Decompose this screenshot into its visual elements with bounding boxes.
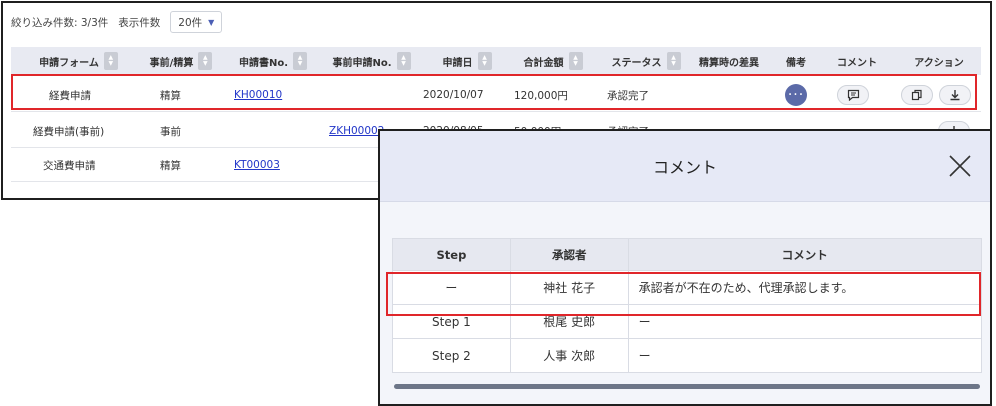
col-approver: 承認者 [509, 238, 629, 271]
row-type: 事前 [160, 125, 181, 138]
sort-icon[interactable]: ▲ ▼ [396, 52, 411, 70]
row-form: 交通費申請 [43, 159, 96, 172]
modal-title: コメント [652, 158, 717, 177]
sort-icon[interactable]: ▲ ▼ [666, 52, 681, 70]
horizontal-scrollbar[interactable] [394, 384, 980, 389]
col-date: 申請日 ▲ ▼ [437, 47, 497, 75]
step-cell: Step 2 [392, 338, 511, 373]
modal-header: コメント [380, 131, 990, 202]
sort-icon[interactable]: ▲ ▼ [198, 52, 213, 70]
col-pre-no: 事前申請No. ▲ ▼ [329, 47, 414, 75]
comment-table-header: Step 承認者 コメント [392, 238, 983, 271]
highlight-box [386, 272, 981, 316]
col-action: アクション [914, 57, 964, 69]
row-pre-no-cell: ZKH00002 [329, 115, 384, 147]
col-comment: コメント [627, 238, 983, 271]
sort-icon[interactable]: ▲ ▼ [103, 52, 118, 70]
col-step: Step [392, 238, 511, 271]
sort-icon[interactable]: ▲ ▼ [293, 52, 308, 70]
filter-count: 絞り込み件数: 3/3件 [11, 16, 109, 29]
per-page-label: 表示件数 [118, 16, 161, 29]
col-no: 申請書No. ▲ ▼ [233, 47, 313, 75]
sort-icon[interactable]: ▲ ▼ [477, 52, 492, 70]
col-amount: 合計金額 ▲ ▼ [517, 47, 589, 75]
col-type: 事前/精算 ▲ ▼ [146, 47, 216, 75]
approver-cell: 人事 次郎 [509, 338, 629, 373]
row-no-cell: KT00003 [234, 149, 280, 181]
col-note: 備考 [786, 57, 806, 69]
filter-bar: 絞り込み件数: 3/3件 表示件数 20件 ▼ [11, 11, 223, 33]
application-link[interactable]: KT00003 [234, 159, 280, 171]
table-row: Step 2 人事 次郎 ー [392, 338, 983, 373]
col-form: 申請フォーム ▲ ▼ [31, 47, 126, 75]
chevron-down-icon: ▼ [208, 17, 215, 27]
per-page-value: 20件 [178, 16, 203, 29]
per-page-select[interactable]: 20件 ▼ [170, 11, 223, 33]
sort-icon[interactable]: ▲ ▼ [568, 52, 583, 70]
close-icon[interactable] [948, 154, 972, 178]
col-diff: 精算時の差異 [699, 57, 759, 69]
row-form: 経費申請(事前) [33, 125, 105, 138]
table-header: 申請フォーム ▲ ▼ 事前/精算 ▲ ▼ 申請書No. ▲ ▼ 事前申請No. ▲ ▼ 申請日 ▲… [11, 47, 981, 75]
comment-modal: コメント Step 承認者 コメント ー 神社 花子 承認者が不在のため、代理承… [378, 129, 992, 406]
pre-application-link[interactable]: ZKH00002 [329, 125, 384, 137]
col-status: ステータス ▲ ▼ [607, 47, 685, 75]
highlight-box [11, 74, 977, 110]
col-comment: コメント [837, 57, 877, 69]
row-type: 精算 [160, 159, 181, 172]
comment-cell: ー [627, 338, 983, 373]
